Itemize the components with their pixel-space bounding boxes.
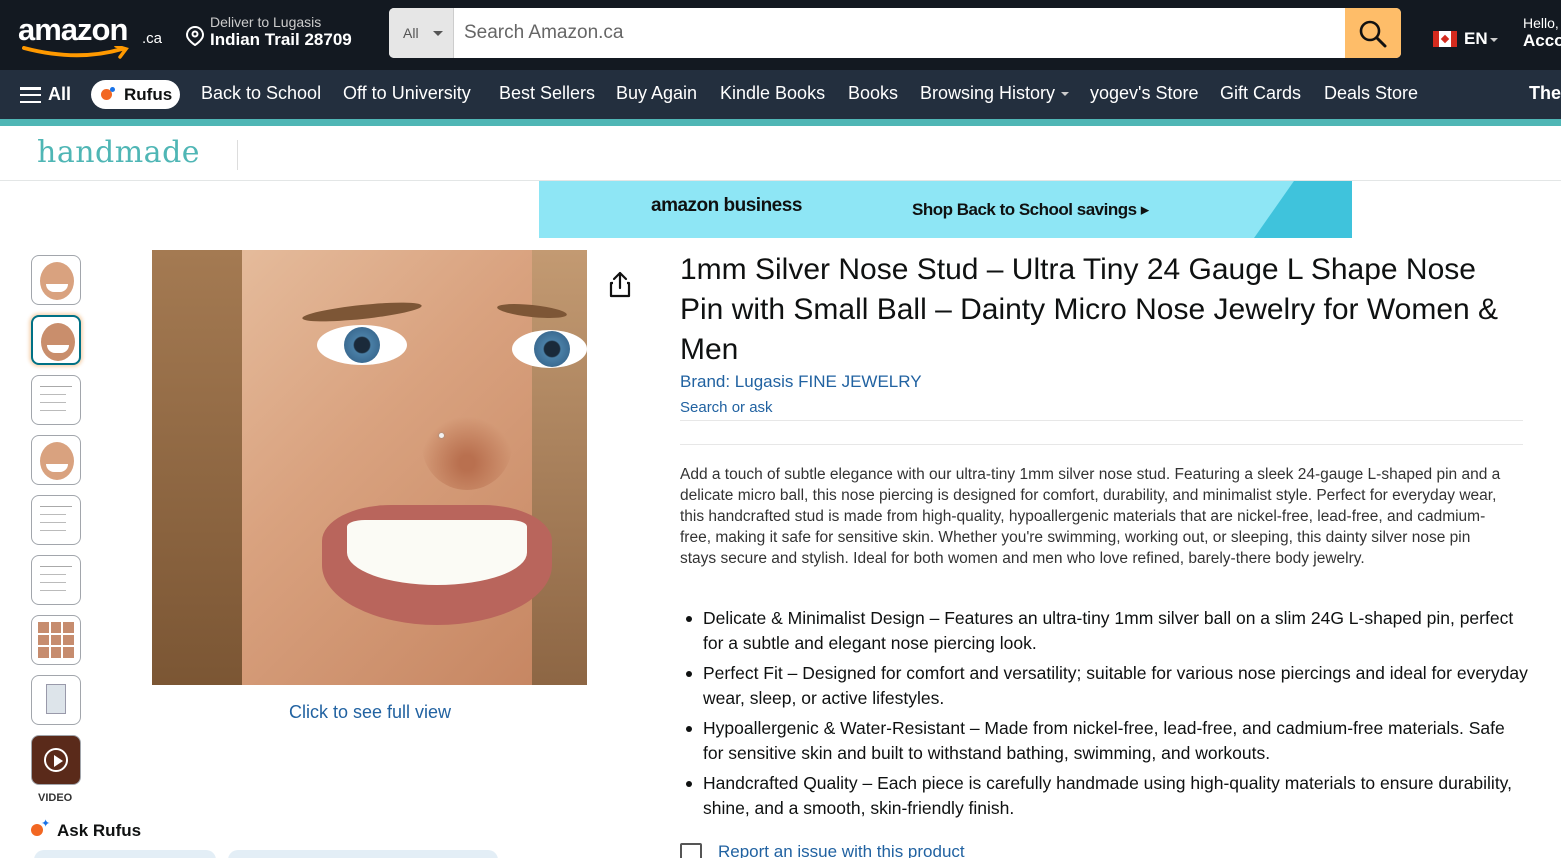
full-view-link[interactable]: Click to see full view [289, 702, 451, 723]
thumbnail-6[interactable] [31, 555, 81, 605]
account-greeting: Hello, L [1523, 15, 1561, 31]
browsing-history-label: Browsing History [920, 83, 1056, 103]
nav-link-best-sellers[interactable]: Best Sellers [499, 83, 595, 104]
nav-link-buy-again[interactable]: Buy Again [616, 83, 697, 104]
main-product-image[interactable] [152, 250, 587, 685]
banner-cta: Shop Back to School savings ▸ [912, 200, 1149, 219]
product-description: Add a touch of subtle elegance with our … [680, 466, 1501, 567]
canada-flag-icon [1433, 31, 1457, 47]
feature-bullet: Perfect Fit – Designed for comfort and v… [686, 661, 1528, 711]
nav-link-store[interactable]: yogev's Store [1090, 83, 1199, 104]
deliver-location: Indian Trail 28709 [210, 30, 352, 49]
chevron-down-icon [433, 31, 443, 36]
nav-link-deals-store[interactable]: Deals Store [1324, 83, 1418, 104]
banner-brand: amazon business [651, 195, 802, 216]
deliver-label: Deliver to Lugasis [210, 14, 322, 30]
language-code: EN [1464, 29, 1488, 48]
thumbnail-8[interactable] [31, 675, 81, 725]
nav-link-kindle-books[interactable]: Kindle Books [720, 83, 825, 104]
nose-stud [439, 433, 444, 438]
rufus-question-pill[interactable] [228, 850, 498, 858]
share-icon[interactable] [608, 270, 632, 298]
location-pin-icon [186, 26, 204, 46]
rufus-label: Rufus [124, 85, 173, 104]
store-header: handmade [0, 126, 1561, 181]
nav-link-books[interactable]: Books [848, 83, 898, 104]
smile-icon [22, 46, 129, 59]
brand-link[interactable]: Brand: Lugasis FINE JEWELRY [680, 372, 922, 392]
logo-text: amazon [18, 12, 128, 47]
search-bar: All [389, 8, 1401, 58]
hamburger-icon [20, 87, 41, 104]
handmade-accent-bar [0, 119, 1561, 126]
search-category-select[interactable]: All [389, 8, 454, 58]
rufus-question-pill[interactable] [34, 850, 216, 858]
feature-bullet: Hypoallergenic & Water-Resistant – Made … [686, 716, 1528, 766]
secondary-nav: All Rufus Back to School Off to Universi… [0, 70, 1561, 119]
play-icon [44, 748, 68, 772]
thumbnail-3[interactable] [31, 375, 81, 425]
nav-link-gift-cards[interactable]: Gift Cards [1220, 83, 1301, 104]
search-icon [1359, 20, 1387, 48]
nav-link-back-to-school[interactable]: Back to School [201, 83, 321, 104]
search-category-label: All [403, 25, 419, 41]
promo-banner[interactable]: amazon business Shop Back to School savi… [539, 181, 1352, 238]
search-button[interactable] [1345, 8, 1401, 58]
chevron-down-icon [1061, 92, 1070, 97]
feature-bullet: Delicate & Minimalist Design – Features … [686, 606, 1528, 656]
account-menu[interactable]: Hello, L Account [1523, 15, 1561, 51]
sparkle-icon: ✦ [41, 818, 51, 830]
divider [680, 420, 1523, 421]
divider [237, 140, 238, 170]
thumbnail-5[interactable] [31, 495, 81, 545]
top-nav: amazon .ca Deliver to Lugasis Indian Tra… [0, 0, 1561, 70]
thumbnail-video[interactable] [31, 735, 81, 785]
amazon-logo[interactable]: amazon .ca [18, 10, 168, 60]
handmade-logo[interactable]: handmade [37, 135, 200, 170]
all-menu-label: All [48, 84, 72, 104]
thumbnail-1[interactable] [31, 255, 81, 305]
nav-link-browsing-history[interactable]: Browsing History [920, 83, 1070, 104]
video-label: VIDEO [38, 792, 73, 804]
divider [680, 444, 1523, 445]
search-input[interactable] [454, 8, 1345, 58]
search-or-ask-link[interactable]: Search or ask [680, 399, 773, 416]
feature-bullet: Handcrafted Quality – Each piece is care… [686, 771, 1528, 821]
deliver-to[interactable]: Deliver to Lugasis Indian Trail 28709 [186, 14, 376, 58]
banner-decoration [1254, 181, 1352, 238]
account-label: Account [1523, 31, 1561, 50]
product-title: 1mm Silver Nose Stud – Ultra Tiny 24 Gau… [680, 253, 1499, 366]
feature-bullets: Delicate & Minimalist Design – Features … [686, 606, 1528, 826]
nav-link-off-to-university[interactable]: Off to University [343, 83, 471, 104]
chevron-down-icon [1490, 38, 1498, 42]
thumbnail-4[interactable] [31, 435, 81, 485]
report-icon [680, 843, 702, 858]
thumbnail-7[interactable] [31, 615, 81, 665]
logo-suffix: .ca [142, 30, 163, 47]
ask-rufus-label: Ask Rufus [57, 821, 142, 840]
thumbnail-2[interactable] [31, 315, 81, 365]
nav-link-the[interactable]: The [1529, 83, 1561, 104]
report-issue-label: Report an issue with this product [718, 842, 965, 858]
rufus-button[interactable]: Rufus [91, 80, 180, 109]
